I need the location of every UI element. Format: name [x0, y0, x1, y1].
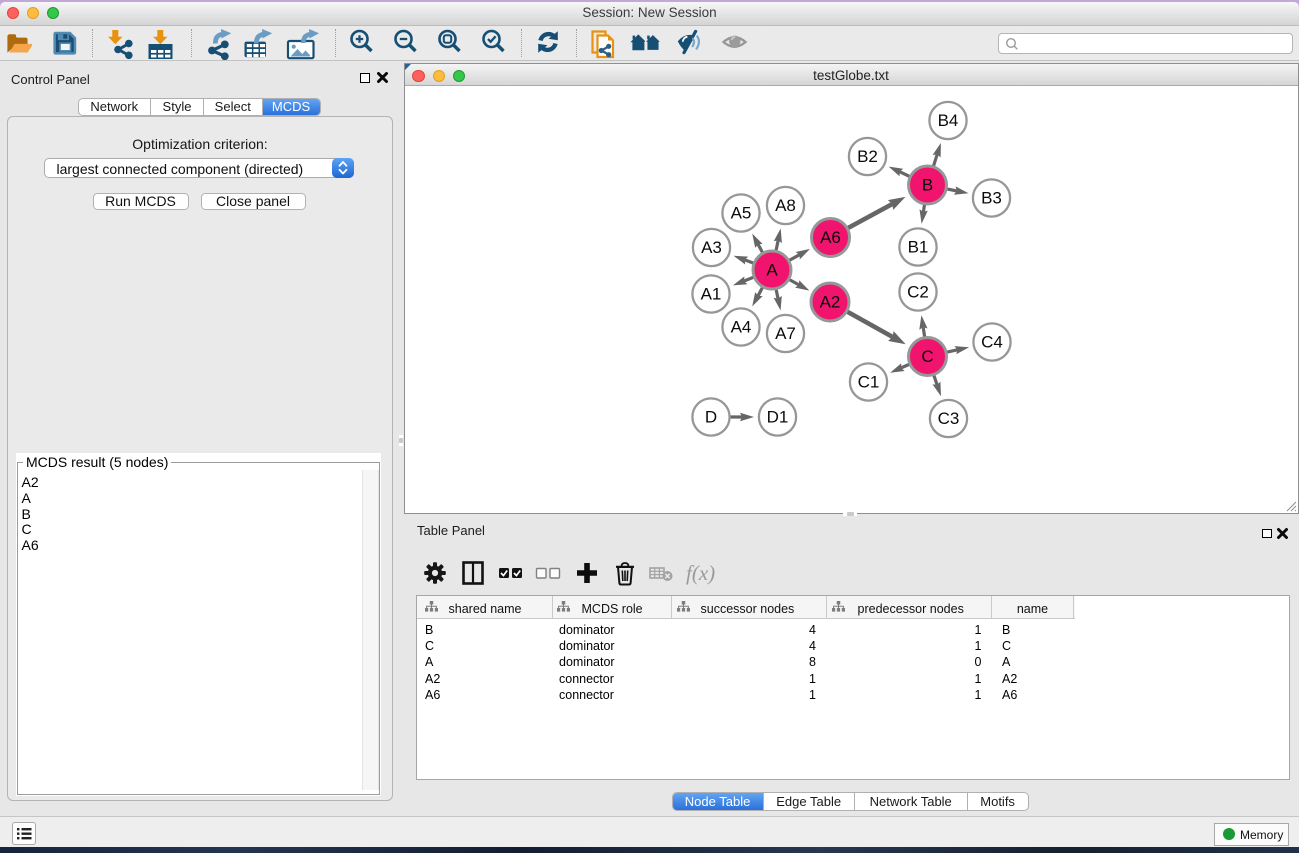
svg-text:A5: A5	[730, 203, 751, 222]
svg-text:B4: B4	[937, 111, 958, 130]
svg-text:A: A	[766, 260, 778, 279]
svg-text:D: D	[704, 407, 716, 426]
svg-text:B: B	[921, 175, 932, 194]
svg-text:A2: A2	[819, 292, 840, 311]
svg-text:C4: C4	[981, 332, 1003, 351]
svg-text:A8: A8	[775, 196, 796, 215]
svg-text:D1: D1	[766, 407, 788, 426]
svg-text:C3: C3	[937, 409, 959, 428]
svg-text:A7: A7	[775, 324, 796, 343]
svg-text:A3: A3	[701, 238, 722, 257]
svg-text:B3: B3	[981, 188, 1002, 207]
svg-text:B2: B2	[857, 147, 878, 166]
svg-text:A6: A6	[820, 228, 841, 247]
svg-text:B1: B1	[907, 237, 928, 256]
svg-text:C: C	[921, 347, 933, 366]
svg-text:C1: C1	[857, 372, 879, 391]
svg-text:A1: A1	[700, 284, 721, 303]
svg-text:A4: A4	[730, 317, 751, 336]
svg-text:C2: C2	[907, 282, 929, 301]
